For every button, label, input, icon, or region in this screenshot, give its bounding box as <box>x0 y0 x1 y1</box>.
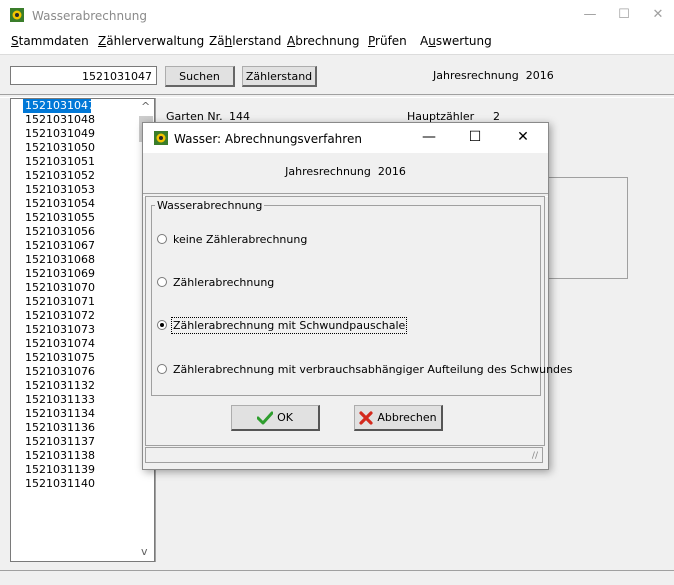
title-bar: Wasserabrechnung — ☐ ✕ <box>0 0 674 30</box>
menu-bar: Stammdaten Zählerverwaltung Zählerstand … <box>0 30 674 55</box>
jahresrechnung-label: Jahresrechnung 2016 <box>433 69 554 82</box>
list-item[interactable]: 1521031054 <box>11 197 154 211</box>
list-item[interactable]: 1521031075 <box>11 351 154 365</box>
menu-pruefen[interactable]: Prüfen <box>368 34 407 48</box>
dialog-close-button[interactable]: ✕ <box>513 128 533 146</box>
list-item[interactable]: 1521031050 <box>11 141 154 155</box>
radio-label: Zählerabrechnung mit verbrauchsabhängige… <box>173 363 573 376</box>
list-item[interactable]: 1521031140 <box>11 477 154 491</box>
dialog-title-bar: Wasser: Abrechnungsverfahren — ☐ ✕ <box>143 123 548 153</box>
radio-button[interactable] <box>157 364 167 374</box>
radio-dot-icon <box>160 323 164 327</box>
groupbox-legend: Wasserabrechnung <box>155 199 265 212</box>
radio-label: Zählerabrechnung mit Schwundpauschale <box>170 317 408 334</box>
window-title: Wasserabrechnung <box>32 9 147 23</box>
list-item[interactable]: 1521031139 <box>11 463 154 477</box>
list-item[interactable]: 1521031071 <box>11 295 154 309</box>
cancel-button[interactable]: Abbrechen <box>354 405 443 431</box>
list-item[interactable]: 1521031055 <box>11 211 154 225</box>
cancel-x-icon <box>359 410 373 425</box>
menu-stammdaten[interactable]: Stammdaten <box>11 34 89 48</box>
dialog-jahresrechnung: Jahresrechnung 2016 <box>285 165 406 178</box>
dialog-status-bar: // <box>145 447 543 463</box>
radio-label: keine Zählerabrechnung <box>173 233 308 246</box>
list-item[interactable]: 1521031049 <box>11 127 154 141</box>
dialog-maximize-button[interactable]: ☐ <box>465 128 485 146</box>
list-item[interactable]: 1521031072 <box>11 309 154 323</box>
search-input[interactable]: 1521031047 <box>10 66 157 85</box>
checkmark-icon <box>257 411 274 424</box>
menu-zaehlerstand[interactable]: Zählerstand <box>209 34 281 48</box>
list-item[interactable]: 1521031053 <box>11 183 154 197</box>
status-bar <box>0 570 674 585</box>
abrechnungsverfahren-dialog: Wasser: Abrechnungsverfahren — ☐ ✕ Jahre… <box>142 122 573 470</box>
dialog-sun-icon <box>154 131 168 145</box>
maximize-button[interactable]: ☐ <box>614 6 634 24</box>
ok-button[interactable]: OK <box>231 405 320 431</box>
list-item[interactable]: 1521031138 <box>11 449 154 463</box>
close-button[interactable]: ✕ <box>648 6 668 24</box>
list-item[interactable]: 1521031076 <box>11 365 154 379</box>
menu-auswertung[interactable]: Auswertung <box>420 34 492 48</box>
list-item[interactable]: 1521031074 <box>11 337 154 351</box>
list-item[interactable]: 1521031132 <box>11 379 154 393</box>
list-item[interactable]: 1521031067 <box>11 239 154 253</box>
ok-label: OK <box>277 411 293 424</box>
list-item[interactable]: 1521031051 <box>11 155 154 169</box>
list-item[interactable]: 1521031133 <box>11 393 154 407</box>
list-item[interactable]: 1521031068 <box>11 253 154 267</box>
resize-grip-icon[interactable]: // <box>532 451 538 461</box>
radio-button[interactable] <box>157 234 167 244</box>
scroll-down-icon[interactable]: v <box>141 545 148 558</box>
dialog-title: Wasser: Abrechnungsverfahren <box>174 132 362 146</box>
list-item[interactable]: 1521031134 <box>11 407 154 421</box>
radio-label: Zählerabrechnung <box>173 276 275 289</box>
app-sun-icon <box>10 8 24 22</box>
minimize-button[interactable]: — <box>580 6 600 24</box>
list-item[interactable]: 1521031047 <box>23 99 95 113</box>
list-item[interactable]: 1521031048 <box>11 113 154 127</box>
list-item[interactable]: 1521031056 <box>11 225 154 239</box>
list-item[interactable]: 1521031073 <box>11 323 154 337</box>
list-item[interactable]: 1521031052 <box>11 169 154 183</box>
list-item[interactable]: 1521031069 <box>11 267 154 281</box>
list-items-container: 1521031047 1521031048 1521031049 1521031050… <box>11 99 154 491</box>
list-item[interactable]: 1521031136 <box>11 421 154 435</box>
cancel-label: Abbrechen <box>377 411 437 424</box>
menu-abrechnung[interactable]: Abrechnung <box>287 34 360 48</box>
scroll-up-icon[interactable]: ^ <box>141 100 150 113</box>
list-item[interactable]: 1521031070 <box>11 281 154 295</box>
menu-zaehlerverwaltung[interactable]: Zählerverwaltung <box>98 34 204 48</box>
list-item[interactable]: 1521031137 <box>11 435 154 449</box>
dialog-minimize-button[interactable]: — <box>419 128 439 146</box>
radio-button[interactable] <box>157 277 167 287</box>
garden-number-list[interactable]: 1521031047 1521031048 1521031049 1521031050… <box>10 98 155 562</box>
radio-button-selected[interactable] <box>157 320 167 330</box>
zaehlerstand-button[interactable]: Zählerstand <box>242 66 317 87</box>
search-button[interactable]: Suchen <box>165 66 235 87</box>
